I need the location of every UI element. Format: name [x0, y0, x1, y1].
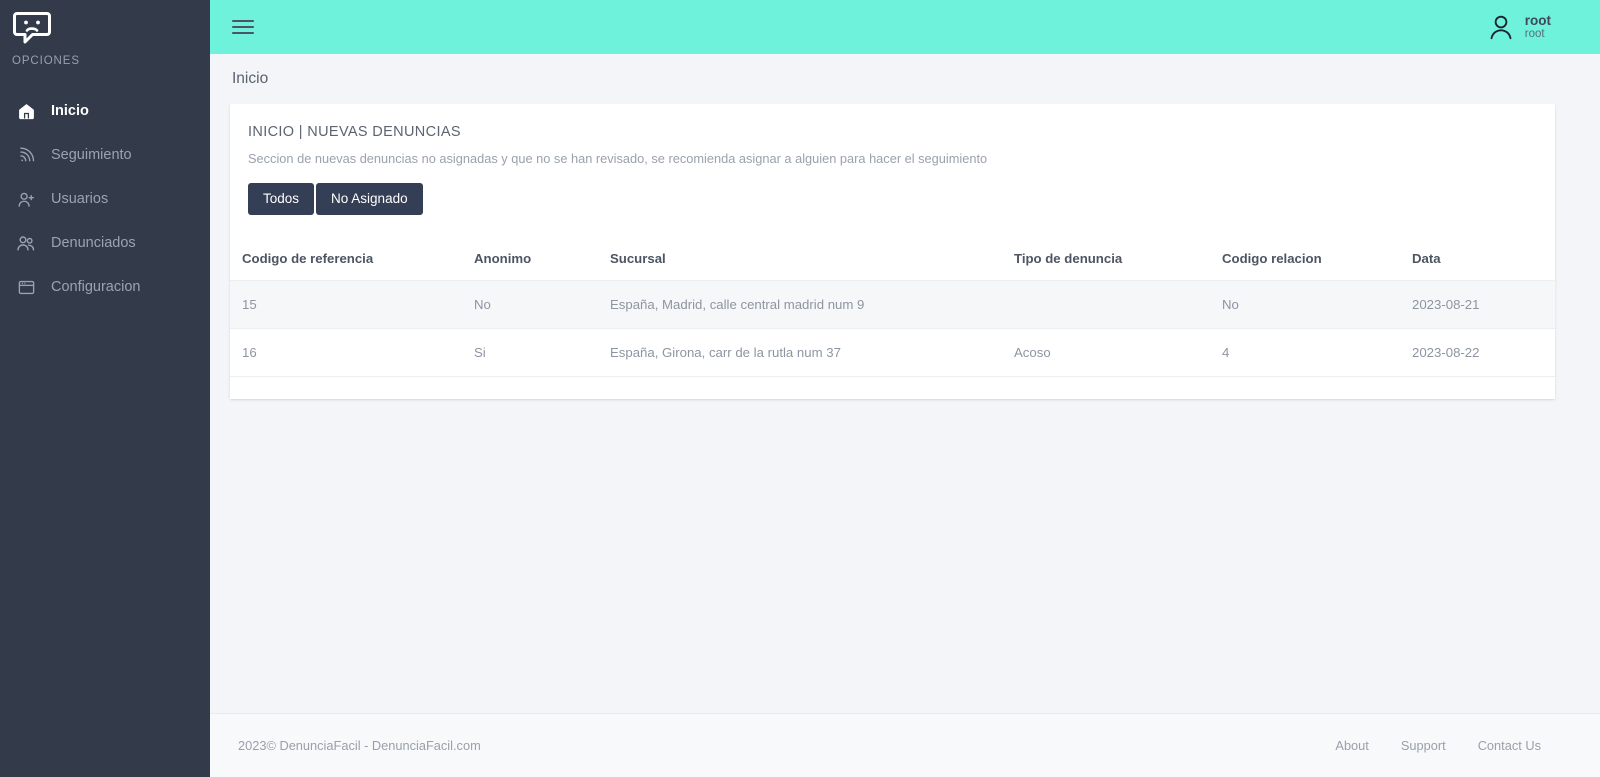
hamburger-bar [232, 32, 254, 34]
sidebar-item-configuracion[interactable]: Configuracion [0, 265, 210, 309]
rss-icon [14, 144, 38, 166]
breadcrumb: Inicio [210, 54, 1600, 104]
sidebar-item-label: Inicio [51, 102, 89, 119]
hamburger-bar [232, 26, 254, 28]
sad-speech-bubble-logo-icon [12, 7, 52, 47]
cell-tipo-denuncia: Acoso [1002, 328, 1210, 378]
cell-data: 2023-08-21 [1400, 280, 1555, 330]
filter-no-asignado-button[interactable]: No Asignado [316, 183, 423, 216]
card-subtitle: Seccion de nuevas denuncias no asignadas… [248, 151, 988, 166]
column-header-anonimo[interactable]: Anonimo [462, 237, 598, 282]
cell-codigo-relacion: 4 [1210, 328, 1400, 378]
cell-codigo-referencia: 16 [230, 328, 462, 378]
footer-link-about[interactable]: About [1335, 738, 1368, 753]
table-body: 15 No España, Madrid, calle central madr… [230, 280, 1555, 378]
main-region: root root Inicio INICIO | NUEVAS DENUNCI… [210, 0, 1600, 777]
table-row[interactable]: 15 No España, Madrid, calle central madr… [230, 280, 1555, 330]
sidebar-item-seguimiento[interactable]: Seguimiento [0, 133, 210, 177]
topbar: root root [210, 0, 1600, 54]
user-role: root [1524, 28, 1545, 41]
footer-links: About Support Contact Us [1335, 738, 1541, 753]
sidebar-item-denunciados[interactable]: Denunciados [0, 221, 210, 265]
filter-todos-button[interactable]: Todos [248, 183, 315, 216]
filter-button-group: Todos No Asignado [248, 183, 1537, 237]
sidebar-item-label: Denunciados [51, 234, 136, 251]
cell-codigo-referencia: 15 [230, 280, 462, 330]
sidebar: OPCIONES Inicio Seguimiento Usuarios Den… [0, 0, 210, 777]
users-icon [14, 232, 38, 254]
sidebar-item-label: Usuarios [51, 190, 109, 207]
cell-sucursal: España, Madrid, calle central madrid num… [598, 280, 1002, 330]
footer-link-contact-us[interactable]: Contact Us [1478, 738, 1541, 753]
column-header-sucursal[interactable]: Sucursal [598, 237, 1002, 282]
sidebar-item-label: Configuracion [51, 278, 141, 295]
cell-anonimo: No [462, 280, 598, 330]
sidebar-item-inicio[interactable]: Inicio [0, 89, 210, 133]
cell-data: 2023-08-22 [1400, 328, 1555, 378]
sidebar-item-label: Seguimiento [51, 146, 132, 163]
column-header-codigo-relacion[interactable]: Codigo relacion [1210, 237, 1400, 282]
footer-link-support[interactable]: Support [1401, 738, 1446, 753]
cell-tipo-denuncia [1002, 280, 1210, 330]
sidebar-item-usuarios[interactable]: Usuarios [0, 177, 210, 221]
window-icon [14, 276, 38, 298]
column-header-tipo-denuncia[interactable]: Tipo de denuncia [1002, 237, 1210, 282]
user-meta: root root [1525, 13, 1551, 42]
hamburger-icon[interactable] [232, 14, 258, 40]
content-area: INICIO | NUEVAS DENUNCIAS Seccion de nue… [210, 104, 1600, 713]
nuevas-denuncias-card: INICIO | NUEVAS DENUNCIAS Seccion de nue… [230, 104, 1555, 400]
table-head: Codigo de referencia Anonimo Sucursal Ti… [230, 237, 1555, 282]
table-header-row: Codigo de referencia Anonimo Sucursal Ti… [230, 237, 1555, 282]
card-header: INICIO | NUEVAS DENUNCIAS Seccion de nue… [230, 104, 1555, 237]
denuncias-table: Codigo de referencia Anonimo Sucursal Ti… [230, 237, 1555, 378]
brand-logo-container[interactable] [0, 0, 210, 54]
cell-codigo-relacion: No [1210, 280, 1400, 330]
column-header-codigo-referencia[interactable]: Codigo de referencia [230, 237, 462, 282]
card-title: INICIO | NUEVAS DENUNCIAS [248, 124, 461, 140]
page-title: Inicio [232, 70, 269, 87]
home-icon [14, 100, 38, 122]
cell-anonimo: Si [462, 328, 598, 378]
user-add-icon [14, 188, 38, 210]
table-footer-padding [230, 377, 1555, 400]
sidebar-nav: Inicio Seguimiento Usuarios Denunciados … [0, 89, 210, 309]
column-header-data[interactable]: Data [1400, 237, 1555, 282]
user-avatar-icon [1486, 12, 1516, 42]
footer: 2023© DenunciaFacil - DenunciaFacil.com … [210, 713, 1600, 777]
hamburger-bar [232, 20, 254, 22]
footer-copyright: 2023© DenunciaFacil - DenunciaFacil.com [238, 738, 481, 753]
cell-sucursal: España, Girona, carr de la rutla num 37 [598, 328, 1002, 378]
app-root: OPCIONES Inicio Seguimiento Usuarios Den… [0, 0, 1600, 777]
sidebar-section-label: OPCIONES [12, 55, 80, 67]
table-row[interactable]: 16 Si España, Girona, carr de la rutla n… [230, 328, 1555, 378]
user-menu[interactable]: root root [1486, 12, 1587, 42]
user-name: root [1524, 12, 1551, 28]
